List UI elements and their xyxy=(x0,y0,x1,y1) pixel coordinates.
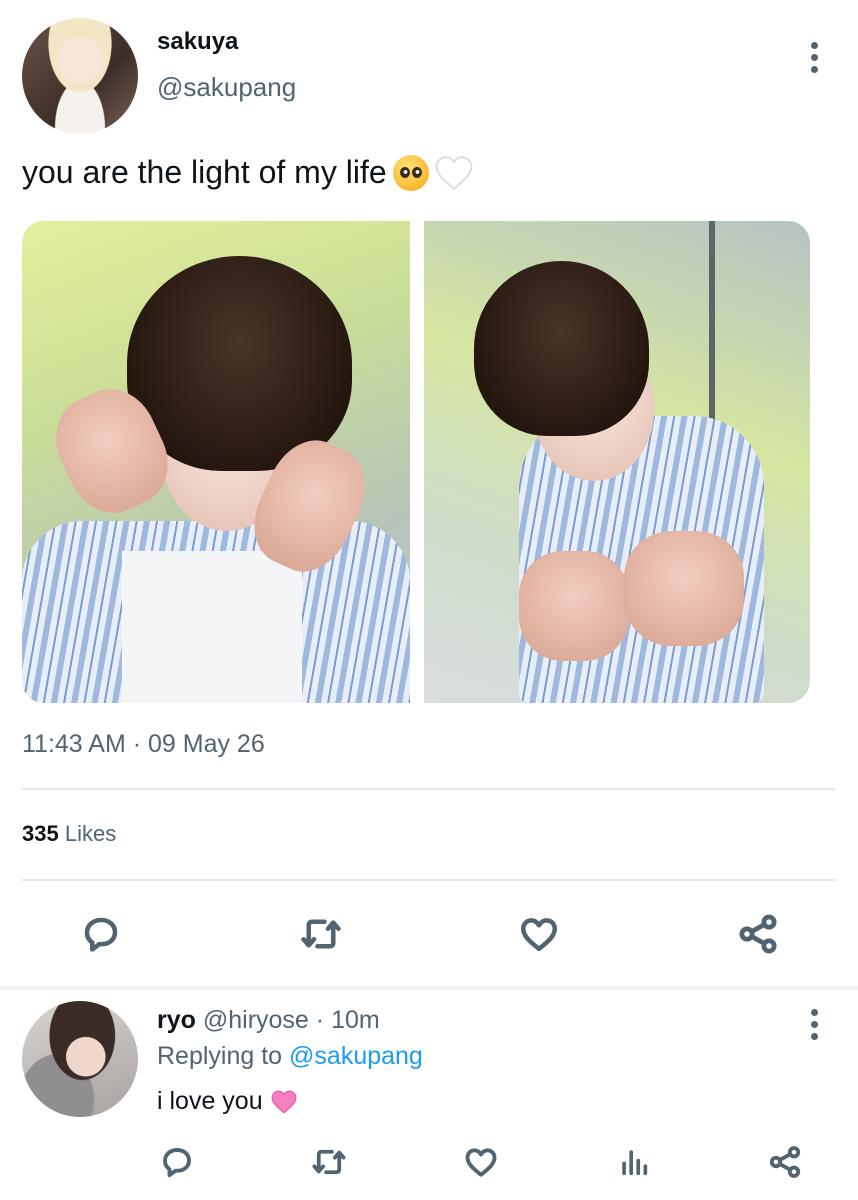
like-button[interactable] xyxy=(514,909,564,959)
section-separator xyxy=(0,986,858,990)
likes-number: 335 xyxy=(22,821,59,846)
share-button[interactable] xyxy=(733,909,783,959)
reply-more-options-icon[interactable] xyxy=(804,1009,824,1040)
likes-label: Likes xyxy=(64,821,117,846)
likes-count[interactable]: 335 Likes xyxy=(22,821,116,847)
tweet-timestamp[interactable]: 11:43 AM · 09 May 26 xyxy=(22,730,265,759)
like-icon xyxy=(465,1148,497,1177)
share-icon xyxy=(769,1146,801,1178)
replying-to-mention[interactable]: @sakupang xyxy=(289,1042,423,1070)
reply-like-button[interactable] xyxy=(461,1142,501,1182)
analytics-icon xyxy=(622,1150,648,1176)
reply-icon xyxy=(163,1148,191,1178)
retweet-icon xyxy=(312,1149,346,1175)
share-icon xyxy=(739,914,777,954)
divider xyxy=(22,788,835,790)
pleading-face-emoji-icon xyxy=(392,154,429,191)
reply-text-row: i love you xyxy=(157,1087,297,1116)
more-options-icon[interactable] xyxy=(804,42,824,73)
reply-author-handle[interactable]: @hiryose xyxy=(203,1006,309,1034)
author-display-name[interactable]: sakuya xyxy=(157,28,238,56)
replying-to-line: Replying to @sakupang xyxy=(157,1042,423,1071)
reply-reply-button[interactable] xyxy=(157,1142,197,1182)
author-avatar[interactable] xyxy=(22,18,138,134)
reply-icon xyxy=(84,917,118,952)
reply-retweet-button[interactable] xyxy=(308,1142,350,1182)
reply-header: ryo @hiryose · 10m xyxy=(157,1006,380,1035)
author-handle[interactable]: @sakupang xyxy=(157,72,296,103)
tweet-text: you are the light of my life xyxy=(22,154,387,190)
white-heart-emoji-icon xyxy=(435,155,472,190)
reply-author-avatar[interactable] xyxy=(22,1001,138,1117)
reply-button[interactable] xyxy=(76,909,126,959)
pink-heart-emoji-icon xyxy=(271,1090,297,1114)
replying-prefix: Replying to xyxy=(157,1042,283,1070)
reply-share-button[interactable] xyxy=(765,1142,805,1182)
reply-analytics-button[interactable] xyxy=(614,1142,654,1182)
divider xyxy=(22,879,835,881)
reply-author-name[interactable]: ryo xyxy=(157,1006,196,1034)
tweet-photo-heart-hands[interactable] xyxy=(22,221,410,703)
reply-text: i love you xyxy=(157,1087,263,1115)
tweet-text-row: you are the light of my life xyxy=(22,154,473,191)
tweet-photo-open-palms[interactable] xyxy=(424,221,810,703)
retweet-icon xyxy=(301,919,341,949)
like-icon xyxy=(520,918,558,952)
retweet-button[interactable] xyxy=(295,909,347,959)
reply-time[interactable]: · 10m xyxy=(316,1006,380,1034)
